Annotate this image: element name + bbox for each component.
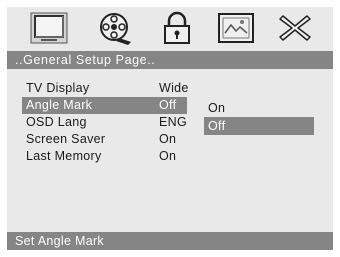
audio-reel-icon[interactable] xyxy=(95,11,135,45)
setup-screen: ..General Setup Page.. TV Display Wide A… xyxy=(7,7,333,250)
menu-item-value: On xyxy=(159,132,177,146)
menu-item-last-memory[interactable]: Last Memory On xyxy=(22,148,187,165)
menu-item-value: Wide xyxy=(159,81,189,95)
menu-item-value: Off xyxy=(159,98,177,112)
menu-item-label: Angle Mark xyxy=(26,98,93,112)
menu-item-osd-lang[interactable]: OSD Lang ENG xyxy=(22,114,187,131)
settings-menu: TV Display Wide Angle Mark Off OSD Lang … xyxy=(22,80,189,165)
lock-icon[interactable] xyxy=(157,11,197,45)
menu-item-value: On xyxy=(159,149,177,163)
menu-item-value: ENG xyxy=(159,115,187,129)
menu-item-angle-mark[interactable]: Angle Mark Off xyxy=(22,97,187,114)
setup-tab-bar xyxy=(7,7,333,49)
menu-item-label: TV Display xyxy=(26,81,90,95)
menu-item-screen-saver[interactable]: Screen Saver On xyxy=(22,131,187,148)
menu-item-label: Screen Saver xyxy=(26,132,106,146)
menu-item-label: OSD Lang xyxy=(26,115,87,129)
status-bar: Set Angle Mark xyxy=(7,232,333,250)
close-icon[interactable] xyxy=(275,11,315,45)
option-on[interactable]: On xyxy=(204,99,314,117)
menu-item-label: Last Memory xyxy=(26,149,102,163)
angle-mark-options: On Off xyxy=(204,99,314,135)
picture-icon[interactable] xyxy=(216,11,256,45)
option-off[interactable]: Off xyxy=(204,117,314,135)
page-title: ..General Setup Page.. xyxy=(7,51,333,69)
tv-display-icon[interactable] xyxy=(29,11,69,45)
menu-item-tv-display[interactable]: TV Display Wide xyxy=(22,80,189,97)
